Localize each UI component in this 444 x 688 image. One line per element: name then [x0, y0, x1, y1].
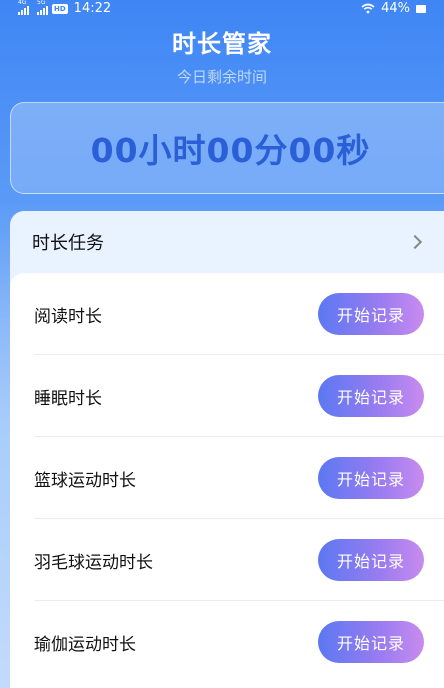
network-label-1: 4G [18, 0, 27, 6]
battery-percent: 44% [381, 1, 410, 16]
battery-icon [416, 4, 426, 13]
start-record-button[interactable]: 开始记录 [318, 293, 424, 335]
wifi-icon [361, 3, 375, 14]
task-panel: 时长任务 阅读时长 开始记录 睡眠时长 开始记录 篮球运动时长 开始记录 羽毛球… [10, 211, 444, 688]
start-record-button[interactable]: 开始记录 [318, 621, 424, 663]
app-title: 时长管家 [172, 30, 272, 58]
task-name: 篮球运动时长 [34, 470, 136, 491]
task-section-header[interactable]: 时长任务 [10, 211, 444, 273]
task-name: 瑜伽运动时长 [34, 634, 136, 655]
network-label-2: 5G [37, 0, 46, 6]
task-name: 羽毛球运动时长 [34, 552, 153, 573]
task-list: 阅读时长 开始记录 睡眠时长 开始记录 篮球运动时长 开始记录 羽毛球运动时长 … [10, 273, 444, 688]
task-name: 睡眠时长 [34, 388, 102, 409]
start-record-button[interactable]: 开始记录 [318, 457, 424, 499]
status-time: 14:22 [73, 1, 112, 16]
chevron-right-icon[interactable] [407, 234, 423, 250]
status-right: 44% [361, 1, 426, 16]
hd-badge: HD [52, 3, 68, 14]
start-record-button[interactable]: 开始记录 [318, 539, 424, 581]
signal-icon: 4G [18, 0, 29, 15]
timer-card: 00小时00分00秒 [10, 102, 444, 194]
timer-display: 00小时00分00秒 [90, 131, 371, 170]
start-record-button[interactable]: 开始记录 [318, 375, 424, 417]
list-item: 篮球运动时长 开始记录 [10, 437, 444, 519]
list-item: 阅读时长 开始记录 [10, 273, 444, 355]
subtitle: 今日剩余时间 [176, 68, 267, 86]
task-name: 阅读时长 [34, 306, 102, 327]
signal-icon: 5G [37, 0, 48, 15]
task-section-title: 时长任务 [32, 233, 104, 254]
list-item: 瑜伽运动时长 开始记录 [10, 601, 444, 683]
status-left: 4G 5G HD 14:22 [18, 0, 112, 16]
list-item: 羽毛球运动时长 开始记录 [10, 519, 444, 601]
status-bar: 4G 5G HD 14:22 44% [0, 0, 444, 20]
list-item: 睡眠时长 开始记录 [10, 355, 444, 437]
